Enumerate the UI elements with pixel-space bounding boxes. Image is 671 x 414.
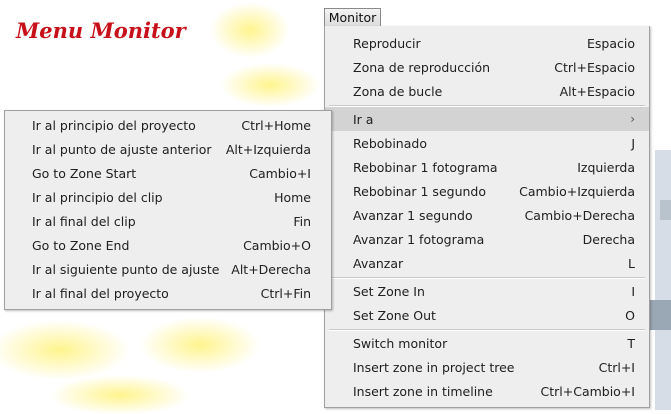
ir-a-submenu: Ir al principio del proyecto Ctrl+Home I…	[4, 110, 332, 310]
menu-item-shortcut: Ctrl+Fin	[260, 285, 311, 301]
submenu-item-final-clip[interactable]: Ir al final del clip Fin	[5, 209, 331, 233]
menu-item-rebobinar-segundo[interactable]: Rebobinar 1 segundo Cambio+Izquierda	[325, 179, 649, 203]
menu-item-shortcut: Ctrl+Home	[241, 117, 311, 133]
menu-item-shortcut: Alt+Derecha	[231, 261, 311, 277]
menubar-monitor[interactable]: Monitor	[324, 8, 381, 26]
submenu-item-final-proyecto[interactable]: Ir al final del proyecto Ctrl+Fin	[5, 281, 331, 305]
menu-item-shortcut: Cambio+Izquierda	[519, 183, 635, 199]
menu-item-shortcut: Espacio	[587, 35, 635, 51]
menu-item-label: Ir al principio del clip	[32, 189, 163, 205]
menu-item-label: Ir al siguiente punto de ajuste	[32, 261, 220, 277]
submenu-item-punto-ajuste-anterior[interactable]: Ir al punto de ajuste anterior Alt+Izqui…	[5, 137, 331, 161]
menu-item-label: Rebobinar 1 fotograma	[353, 159, 498, 175]
submenu-item-zone-start[interactable]: Go to Zone Start Cambio+I	[5, 161, 331, 185]
menu-item-shortcut: Ctrl+I	[598, 359, 635, 375]
menu-item-insert-zone-project-tree[interactable]: Insert zone in project tree Ctrl+I	[325, 355, 649, 379]
submenu-item-principio-proyecto[interactable]: Ir al principio del proyecto Ctrl+Home	[5, 113, 331, 137]
menu-item-shortcut: Cambio+O	[243, 237, 311, 253]
menu-item-label: Zona de bucle	[353, 83, 443, 99]
menu-item-set-zone-in[interactable]: Set Zone In I	[325, 279, 649, 303]
menu-item-avanzar[interactable]: Avanzar L	[325, 251, 649, 275]
menu-item-label: Reproducir	[353, 35, 421, 51]
menu-item-label: Ir al punto de ajuste anterior	[32, 141, 212, 157]
menu-item-shortcut: Fin	[293, 213, 311, 229]
menu-item-switch-monitor[interactable]: Switch monitor T	[325, 331, 649, 355]
menu-item-label: Set Zone In	[353, 283, 425, 299]
monitor-menu: Reproducir Espacio Zona de reproducción …	[324, 26, 650, 408]
menu-item-shortcut: J	[631, 135, 635, 151]
menu-item-rebobinado[interactable]: Rebobinado J	[325, 131, 649, 155]
menu-item-shortcut: Izquierda	[577, 159, 635, 175]
menu-item-shortcut: Alt+Espacio	[559, 83, 635, 99]
chevron-right-icon: ›	[630, 112, 635, 126]
menu-item-avanzar-segundo[interactable]: Avanzar 1 segundo Cambio+Derecha	[325, 203, 649, 227]
menu-item-label: Rebobinar 1 segundo	[353, 183, 486, 199]
menu-item-shortcut: Home	[274, 189, 311, 205]
menu-item-shortcut: O	[625, 307, 635, 323]
menu-item-zona-reproduccion[interactable]: Zona de reproducción Ctrl+Espacio	[325, 55, 649, 79]
submenu-item-siguiente-punto-ajuste[interactable]: Ir al siguiente punto de ajuste Alt+Dere…	[5, 257, 331, 281]
menu-item-shortcut: Derecha	[582, 231, 635, 247]
menu-item-shortcut: Cambio+Derecha	[524, 207, 635, 223]
submenu-item-zone-end[interactable]: Go to Zone End Cambio+O	[5, 233, 331, 257]
menu-item-label: Zona de reproducción	[353, 59, 491, 75]
menu-item-ir-a[interactable]: Ir a ›	[325, 107, 649, 131]
menu-item-shortcut: L	[628, 255, 635, 271]
menu-item-label: Set Zone Out	[353, 307, 436, 323]
menu-item-label: Insert zone in timeline	[353, 383, 493, 399]
menu-item-shortcut: I	[631, 283, 635, 299]
menu-item-reproducir[interactable]: Reproducir Espacio	[325, 31, 649, 55]
menu-item-avanzar-fotograma[interactable]: Avanzar 1 fotograma Derecha	[325, 227, 649, 251]
menu-item-zona-bucle[interactable]: Zona de bucle Alt+Espacio	[325, 79, 649, 103]
menu-item-label: Ir al principio del proyecto	[32, 117, 196, 133]
page-title: Menu Monitor	[16, 18, 186, 43]
menu-item-label: Insert zone in project tree	[353, 359, 515, 375]
menu-item-shortcut: Ctrl+Espacio	[554, 59, 635, 75]
menu-item-label: Go to Zone End	[32, 237, 130, 253]
menu-item-rebobinar-fotograma[interactable]: Rebobinar 1 fotograma Izquierda	[325, 155, 649, 179]
menu-item-shortcut: T	[627, 335, 635, 351]
menu-item-label: Ir al final del clip	[32, 213, 136, 229]
menu-item-label: Rebobinado	[353, 135, 427, 151]
menu-item-label: Ir a	[353, 111, 374, 127]
menu-item-shortcut: Cambio+I	[249, 165, 311, 181]
submenu-item-principio-clip[interactable]: Ir al principio del clip Home	[5, 185, 331, 209]
menu-item-label: Avanzar	[353, 255, 404, 271]
menu-item-insert-zone-timeline[interactable]: Insert zone in timeline Ctrl+Cambio+I	[325, 379, 649, 403]
menu-item-label: Switch monitor	[353, 335, 448, 351]
menu-item-set-zone-out[interactable]: Set Zone Out O	[325, 303, 649, 327]
menu-item-label: Ir al final del proyecto	[32, 285, 169, 301]
menu-item-label: Go to Zone Start	[32, 165, 137, 181]
menu-item-label: Avanzar 1 segundo	[353, 207, 473, 223]
menu-item-shortcut: Ctrl+Cambio+I	[540, 383, 636, 399]
menu-item-label: Avanzar 1 fotograma	[353, 231, 485, 247]
menu-item-shortcut: Alt+Izquierda	[225, 141, 311, 157]
